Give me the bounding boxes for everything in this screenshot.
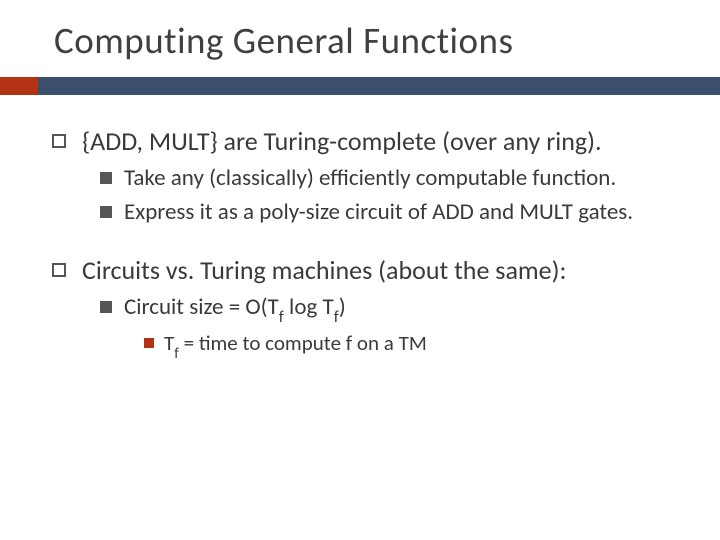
text-part: log T xyxy=(284,293,334,321)
text-part: Circuit size = O(T xyxy=(124,293,279,321)
accent-left xyxy=(0,77,38,95)
bullet-level2-group: Circuit size = O(Tf log Tf) Tf = time to… xyxy=(52,293,680,362)
small-square-icon xyxy=(144,338,154,348)
text-part: = time to compute f on a TM xyxy=(179,330,427,356)
hollow-square-icon xyxy=(52,263,66,277)
bullet-text: Circuits vs. Turing machines (about the … xyxy=(82,254,566,287)
slide: Computing General Functions {ADD, MULT} … xyxy=(0,0,720,540)
solid-square-icon xyxy=(100,206,112,218)
solid-square-icon xyxy=(100,172,112,184)
accent-bar xyxy=(0,77,720,95)
bullet-level2-group: Take any (classically) efficiently compu… xyxy=(52,164,680,228)
solid-square-icon xyxy=(100,301,112,313)
text-part: ) xyxy=(339,293,346,321)
bullet-text: Circuit size = O(Tf log Tf) xyxy=(124,293,346,326)
bullet-text: Express it as a poly-size circuit of ADD… xyxy=(124,198,633,228)
bullet-text: {ADD, MULT} are Turing-complete (over an… xyxy=(82,125,602,158)
bullet-level2: Take any (classically) efficiently compu… xyxy=(100,164,680,194)
bullet-level3-group: Tf = time to compute f on a TM xyxy=(100,330,680,362)
subscript: f xyxy=(174,345,179,363)
subscript: f xyxy=(279,307,284,327)
hollow-square-icon xyxy=(52,134,66,148)
content-area: {ADD, MULT} are Turing-complete (over an… xyxy=(0,95,720,362)
bullet-level1: Circuits vs. Turing machines (about the … xyxy=(52,254,680,287)
bullet-text: Tf = time to compute f on a TM xyxy=(164,330,427,362)
text-part: T xyxy=(164,330,174,356)
bullet-text: Take any (classically) efficiently compu… xyxy=(124,164,616,194)
accent-right xyxy=(38,77,720,95)
bullet-level2: Circuit size = O(Tf log Tf) xyxy=(100,293,680,326)
bullet-level1: {ADD, MULT} are Turing-complete (over an… xyxy=(52,125,680,158)
subscript: f xyxy=(334,307,339,327)
slide-title: Computing General Functions xyxy=(0,18,720,77)
bullet-level3: Tf = time to compute f on a TM xyxy=(144,330,680,362)
bullet-level2: Express it as a poly-size circuit of ADD… xyxy=(100,198,680,228)
